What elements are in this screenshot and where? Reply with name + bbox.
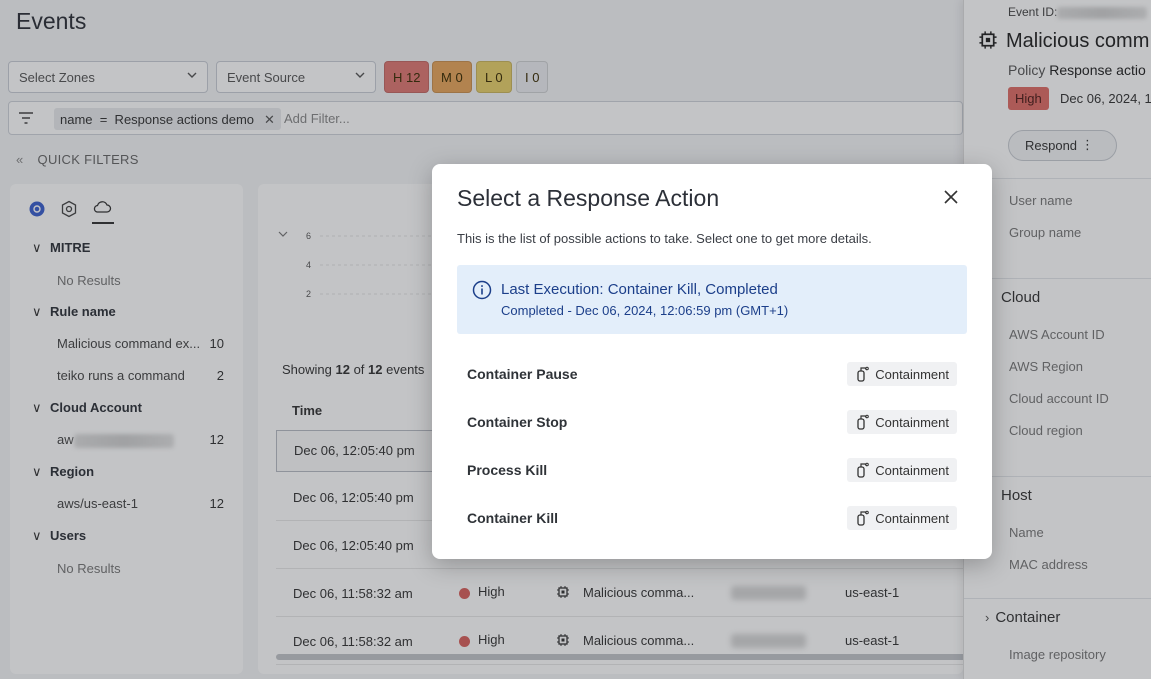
modal-title: Select a Response Action [457,185,720,211]
last-execution-banner: Last Execution: Container Kill, Complete… [457,265,967,334]
action-tag: Containment [847,362,957,386]
action-name: Container Pause [467,366,578,382]
action-name: Process Kill [467,462,548,478]
info-icon [472,280,492,300]
action-tag: Containment [847,506,957,530]
action-container-pause[interactable]: Container Pause Containment [457,355,967,395]
fire-extinguisher-icon [857,510,870,526]
fire-extinguisher-icon [857,414,870,430]
close-icon[interactable] [940,186,962,208]
fire-extinguisher-icon [857,462,870,478]
action-tag-label: Containment [875,511,949,526]
action-tag-label: Containment [875,463,949,478]
action-tag: Containment [847,458,957,482]
last-execution-title: Last Execution: Container Kill, Complete… [501,281,778,298]
response-action-modal: Select a Response Action This is the lis… [432,164,992,559]
action-tag-label: Containment [875,367,949,382]
action-name: Container Stop [467,414,568,430]
action-tag: Containment [847,410,957,434]
action-container-kill[interactable]: Container Kill Containment [457,499,967,539]
action-process-kill[interactable]: Process Kill Containment [457,451,967,491]
modal-subtitle: This is the list of possible actions to … [457,231,872,246]
action-tag-label: Containment [875,415,949,430]
last-execution-detail: Completed - Dec 06, 2024, 12:06:59 pm (G… [501,303,789,318]
action-container-stop[interactable]: Container Stop Containment [457,403,967,443]
fire-extinguisher-icon [857,366,870,382]
action-name: Container Kill [467,510,559,526]
